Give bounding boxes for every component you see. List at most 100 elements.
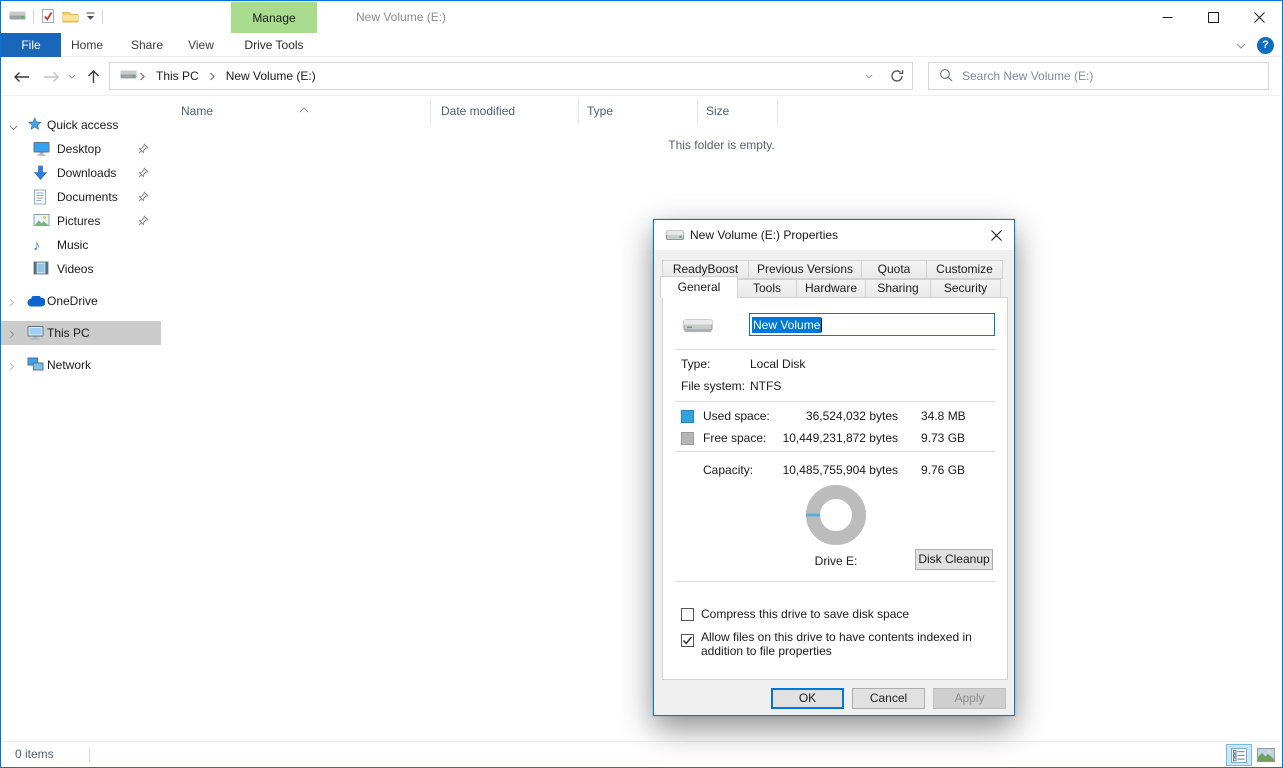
volume-name-input[interactable]: New Volume bbox=[749, 313, 995, 336]
tab-drive-tools[interactable]: Drive Tools bbox=[231, 33, 317, 57]
recent-locations-icon[interactable] bbox=[65, 57, 79, 96]
refresh-button[interactable] bbox=[882, 62, 913, 90]
cancel-button[interactable]: Cancel bbox=[852, 688, 925, 709]
divider bbox=[102, 10, 103, 24]
chevron-right-icon[interactable] bbox=[9, 296, 15, 310]
chevron-down-icon[interactable] bbox=[9, 120, 18, 134]
new-folder-icon[interactable] bbox=[62, 9, 79, 26]
free-space-bytes: 10,449,231,872 bytes bbox=[763, 431, 898, 445]
chevron-right-icon[interactable] bbox=[9, 360, 15, 374]
documents-icon bbox=[33, 189, 47, 208]
free-space-swatch bbox=[681, 432, 694, 445]
capacity-label: Capacity: bbox=[703, 463, 753, 477]
sidebar-item-onedrive[interactable]: OneDrive bbox=[1, 289, 161, 313]
tab-file[interactable]: File bbox=[1, 33, 61, 57]
pictures-icon bbox=[33, 213, 50, 230]
search-input[interactable] bbox=[962, 69, 1258, 83]
column-header-type[interactable]: Type bbox=[579, 99, 698, 123]
thumbnails-view-icon bbox=[1257, 748, 1275, 762]
sidebar-item-videos[interactable]: Videos bbox=[1, 257, 161, 281]
thumbnails-view-button[interactable] bbox=[1253, 744, 1279, 766]
desktop-icon bbox=[33, 141, 50, 160]
drive-icon bbox=[9, 10, 26, 24]
up-button[interactable] bbox=[83, 57, 103, 96]
dialog-title-bar: New Volume (E:) Properties bbox=[654, 220, 1014, 250]
ok-button[interactable]: OK bbox=[771, 688, 844, 709]
explorer-window: Manage New Volume (E:) File Home Share V… bbox=[0, 0, 1283, 768]
chevron-right-icon[interactable] bbox=[9, 328, 15, 342]
videos-icon bbox=[33, 261, 49, 278]
general-tab-page: New Volume Type: Local Disk File system:… bbox=[662, 297, 1008, 680]
sidebar-item-label: Quick access bbox=[47, 113, 118, 137]
address-bar-row: This PC New Volume (E:) bbox=[1, 57, 1282, 96]
tab-tools[interactable]: Tools bbox=[737, 279, 797, 298]
sidebar-item-pictures[interactable]: Pictures bbox=[1, 209, 161, 233]
tab-view[interactable]: View bbox=[177, 33, 225, 57]
close-button[interactable] bbox=[1236, 1, 1282, 33]
type-label: Type: bbox=[681, 357, 710, 371]
minimize-icon bbox=[1162, 12, 1173, 23]
column-header-size[interactable]: Size bbox=[698, 99, 778, 123]
column-header-name[interactable]: Name bbox=[161, 99, 431, 123]
manage-contextual-group[interactable]: Manage bbox=[231, 2, 317, 33]
breadcrumb-item-current[interactable]: New Volume (E:) bbox=[218, 69, 324, 83]
qat-customize-icon[interactable] bbox=[86, 10, 95, 24]
used-space-label: Used space: bbox=[703, 409, 770, 423]
properties-dialog: New Volume (E:) Properties ReadyBoost Pr… bbox=[653, 219, 1015, 716]
downloads-icon bbox=[33, 165, 48, 184]
details-view-icon bbox=[1231, 748, 1247, 763]
type-value: Local Disk bbox=[750, 357, 805, 371]
filesystem-label: File system: bbox=[681, 379, 745, 393]
divider bbox=[89, 747, 90, 762]
sidebar-item-this-pc[interactable]: This PC bbox=[1, 321, 161, 345]
tab-hardware[interactable]: Hardware bbox=[796, 279, 866, 298]
disk-cleanup-button[interactable]: Disk Cleanup bbox=[915, 549, 993, 570]
sidebar-item-network[interactable]: Network bbox=[1, 353, 161, 377]
sidebar-item-quick-access[interactable]: Quick access bbox=[1, 113, 161, 137]
search-box[interactable] bbox=[928, 62, 1269, 90]
index-checkbox[interactable] bbox=[681, 634, 694, 647]
pin-icon bbox=[138, 191, 149, 205]
breadcrumb[interactable]: This PC New Volume (E:) bbox=[109, 62, 883, 90]
address-dropdown-icon[interactable] bbox=[856, 63, 882, 89]
index-checkbox-label[interactable]: Allow files on this drive to have conten… bbox=[701, 631, 999, 658]
sidebar-item-music[interactable]: ♪ Music bbox=[1, 233, 161, 257]
tab-share[interactable]: Share bbox=[121, 33, 173, 57]
divider bbox=[675, 401, 995, 402]
column-header-date-modified[interactable]: Date modified bbox=[431, 99, 579, 123]
help-icon[interactable]: ? bbox=[1257, 37, 1274, 54]
compress-checkbox[interactable] bbox=[681, 608, 694, 621]
sidebar-item-label: Downloads bbox=[57, 161, 116, 185]
compress-checkbox-label[interactable]: Compress this drive to save disk space bbox=[701, 608, 909, 621]
tab-sharing[interactable]: Sharing bbox=[865, 279, 931, 298]
tab-general[interactable]: General bbox=[660, 276, 738, 298]
breadcrumb-item-this-pc[interactable]: This PC bbox=[148, 69, 207, 83]
details-view-button[interactable] bbox=[1226, 744, 1252, 766]
sidebar-item-documents[interactable]: Documents bbox=[1, 185, 161, 209]
dialog-title: New Volume (E:) Properties bbox=[690, 220, 838, 250]
minimize-button[interactable] bbox=[1144, 1, 1190, 33]
back-button[interactable] bbox=[9, 57, 33, 96]
maximize-icon bbox=[1208, 12, 1219, 23]
volume-name-value: New Volume bbox=[752, 317, 821, 333]
sidebar-item-label: Network bbox=[47, 353, 91, 377]
capacity-size: 9.76 GB bbox=[921, 463, 965, 477]
dialog-close-button[interactable] bbox=[978, 220, 1014, 250]
sidebar-item-label: Videos bbox=[57, 257, 93, 281]
search-icon bbox=[939, 68, 953, 85]
check-document-icon[interactable] bbox=[41, 8, 55, 27]
ribbon-tab-strip: File Home Share View Drive Tools ? bbox=[1, 33, 1282, 57]
tab-home[interactable]: Home bbox=[63, 33, 111, 57]
pin-icon bbox=[138, 167, 149, 181]
close-icon bbox=[1254, 12, 1265, 23]
sidebar-item-desktop[interactable]: Desktop bbox=[1, 137, 161, 161]
maximize-button[interactable] bbox=[1190, 1, 1236, 33]
tab-security[interactable]: Security bbox=[930, 279, 1001, 298]
sidebar-item-downloads[interactable]: Downloads bbox=[1, 161, 161, 185]
free-space-label: Free space: bbox=[703, 431, 766, 445]
this-pc-icon bbox=[27, 325, 44, 344]
ribbon-collapse-icon[interactable] bbox=[1236, 38, 1246, 52]
forward-button[interactable] bbox=[39, 57, 63, 96]
apply-button[interactable]: Apply bbox=[933, 688, 1006, 709]
sort-ascending-icon[interactable] bbox=[299, 97, 309, 121]
